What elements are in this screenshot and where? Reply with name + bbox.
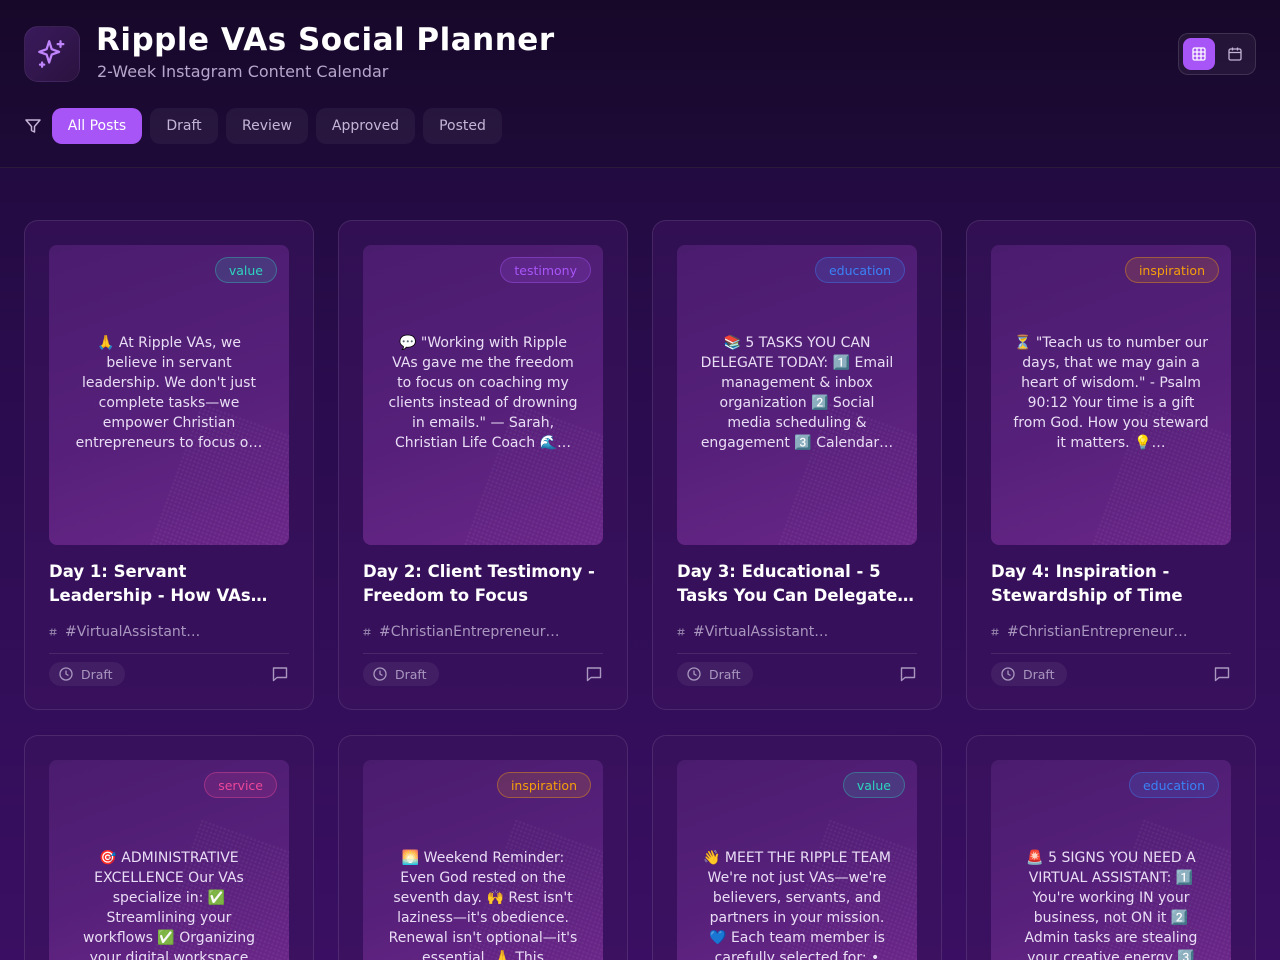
clock-icon: [59, 667, 73, 681]
hashtag-row: #ChristianEntrepreneur…: [363, 622, 603, 642]
category-badge: inspiration: [496, 772, 591, 798]
clock-icon: [687, 667, 701, 681]
grid-view-button[interactable]: [1183, 38, 1215, 70]
hash-icon: [49, 628, 57, 636]
hash-icon: [991, 628, 999, 636]
status-badge: Draft: [991, 662, 1067, 686]
post-title: Day 2: Client Testimony - Freedom to Foc…: [363, 562, 595, 605]
tab-all-posts[interactable]: All Posts: [52, 108, 142, 144]
post-preview: service 🎯 ADMINISTRATIVE EXCELLENCE Our …: [49, 760, 289, 960]
comment-icon[interactable]: [585, 665, 603, 683]
post-card[interactable]: inspiration 🌅 Weekend Reminder: Even God…: [338, 735, 628, 960]
post-preview-text: 📚 5 TASKS YOU CAN DELEGATE TODAY: 1️⃣ Em…: [700, 335, 894, 451]
hashtags: #ChristianEntrepreneur…: [1007, 624, 1188, 640]
post-preview: value 🙏 At Ripple VAs, we believe in ser…: [49, 245, 289, 545]
tab-review[interactable]: Review: [226, 108, 308, 144]
post-preview: value 👋 MEET THE RIPPLE TEAM We're not j…: [677, 760, 917, 960]
post-preview-text: 🎯 ADMINISTRATIVE EXCELLENCE Our VAs spec…: [82, 850, 256, 960]
filter-icon: [25, 119, 41, 133]
post-preview: testimony 💬 "Working with Ripple VAs gav…: [363, 245, 603, 545]
status-badge: Draft: [363, 662, 439, 686]
post-card[interactable]: value 👋 MEET THE RIPPLE TEAM We're not j…: [652, 735, 942, 960]
category-badge: service: [204, 772, 277, 798]
view-toggle: [1178, 33, 1256, 75]
post-card[interactable]: education 🚨 5 SIGNS YOU NEED A VIRTUAL A…: [966, 735, 1256, 960]
post-preview: inspiration 🌅 Weekend Reminder: Even God…: [363, 760, 603, 960]
post-preview: inspiration ⏳ "Teach us to number our da…: [991, 245, 1231, 545]
post-card[interactable]: service 🎯 ADMINISTRATIVE EXCELLENCE Our …: [24, 735, 314, 960]
post-card[interactable]: testimony 💬 "Working with Ripple VAs gav…: [338, 220, 628, 710]
post-preview-text: 💬 "Working with Ripple VAs gave me the f…: [388, 335, 578, 451]
status-badge: Draft: [49, 662, 125, 686]
tab-approved[interactable]: Approved: [316, 108, 415, 144]
app-subtitle: 2-Week Instagram Content Calendar: [97, 62, 389, 81]
category-badge: value: [842, 772, 905, 798]
card-divider: [677, 653, 917, 654]
tab-posted[interactable]: Posted: [423, 108, 502, 144]
category-badge: education: [814, 257, 905, 283]
grid-icon: [1192, 47, 1206, 61]
post-preview: education 🚨 5 SIGNS YOU NEED A VIRTUAL A…: [991, 760, 1231, 960]
post-preview-text: ⏳ "Teach us to number our days, that we …: [1013, 335, 1209, 451]
status-text: Draft: [1023, 666, 1055, 682]
card-divider: [49, 653, 289, 654]
comment-icon[interactable]: [899, 665, 917, 683]
clock-icon: [1001, 667, 1015, 681]
app-header: Ripple VAs Social Planner 2-Week Instagr…: [0, 0, 1280, 168]
category-badge: education: [1128, 772, 1219, 798]
app-title: Ripple VAs Social Planner: [96, 22, 555, 58]
post-card[interactable]: inspiration ⏳ "Teach us to number our da…: [966, 220, 1256, 710]
post-preview-text: 🚨 5 SIGNS YOU NEED A VIRTUAL ASSISTANT: …: [1024, 850, 1198, 960]
calendar-view-button[interactable]: [1219, 38, 1251, 70]
post-preview-text: 🙏 At Ripple VAs, we believe in servant l…: [75, 335, 263, 451]
category-badge: testimony: [500, 257, 591, 283]
comment-icon[interactable]: [271, 665, 289, 683]
hash-icon: [363, 628, 371, 636]
category-badge: inspiration: [1124, 257, 1219, 283]
post-title: Day 1: Servant Leadership - How VAs Empo…: [49, 562, 251, 605]
card-divider: [991, 653, 1231, 654]
card-divider: [363, 653, 603, 654]
post-title: Day 4: Inspiration - Stewardship of Time: [991, 562, 1183, 605]
hashtag-row: #VirtualAssistant…: [49, 622, 289, 642]
sparkles-icon: [38, 40, 65, 68]
hashtags: #VirtualAssistant…: [65, 624, 201, 640]
hashtag-row: #VirtualAssistant…: [677, 622, 917, 642]
post-card[interactable]: education 📚 5 TASKS YOU CAN DELEGATE TOD…: [652, 220, 942, 710]
post-title: Day 3: Educational - 5 Tasks You Can Del…: [677, 562, 914, 605]
hashtag-row: #ChristianEntrepreneur…: [991, 622, 1231, 642]
status-text: Draft: [395, 666, 427, 682]
status-text: Draft: [709, 666, 741, 682]
post-preview: education 📚 5 TASKS YOU CAN DELEGATE TOD…: [677, 245, 917, 545]
post-preview-text: 👋 MEET THE RIPPLE TEAM We're not just VA…: [703, 850, 891, 960]
hash-icon: [677, 628, 685, 636]
comment-icon[interactable]: [1213, 665, 1231, 683]
category-badge: value: [214, 257, 277, 283]
app-logo: [24, 26, 80, 82]
tab-draft[interactable]: Draft: [150, 108, 218, 144]
post-preview-text: 🌅 Weekend Reminder: Even God rested on t…: [388, 850, 578, 960]
hashtags: #VirtualAssistant…: [693, 624, 829, 640]
post-card[interactable]: value 🙏 At Ripple VAs, we believe in ser…: [24, 220, 314, 710]
calendar-icon: [1228, 47, 1242, 61]
clock-icon: [373, 667, 387, 681]
status-text: Draft: [81, 666, 113, 682]
hashtags: #ChristianEntrepreneur…: [379, 624, 560, 640]
status-badge: Draft: [677, 662, 753, 686]
